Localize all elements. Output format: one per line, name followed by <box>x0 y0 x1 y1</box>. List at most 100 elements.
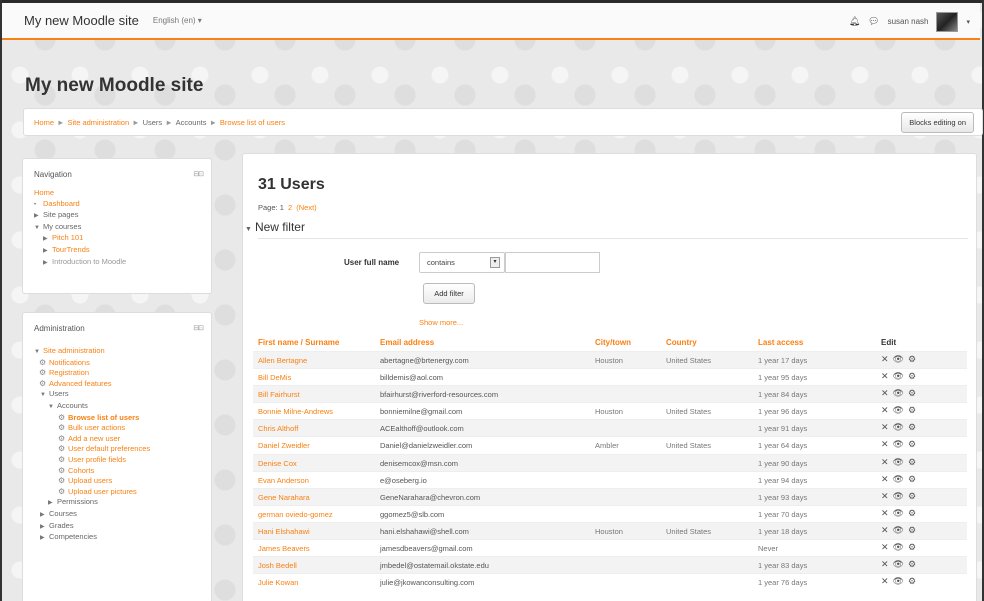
expand-icon[interactable]: ▶ <box>40 533 49 544</box>
settings-icon[interactable]: ⚙ <box>908 354 916 364</box>
breadcrumb-accounts[interactable]: Accounts <box>176 118 207 127</box>
expand-icon[interactable]: ▶ <box>40 522 49 533</box>
user-name-link[interactable]: Chris Althoff <box>258 424 298 433</box>
breadcrumb-users[interactable]: Users <box>143 118 163 127</box>
language-menu[interactable]: English (en) ▾ <box>153 16 202 25</box>
show-more-link[interactable]: Show more... <box>419 318 463 327</box>
delete-icon[interactable]: ✕ <box>881 388 889 398</box>
nav-my-courses[interactable]: My courses <box>43 222 81 231</box>
settings-icon[interactable]: ⚙ <box>908 542 916 552</box>
collapse-icon[interactable]: ▼ <box>40 390 49 401</box>
delete-icon[interactable]: ✕ <box>881 405 889 415</box>
expand-icon[interactable]: ▶ <box>34 211 43 222</box>
admin-bulk-user-actions[interactable]: Bulk user actions <box>68 423 125 432</box>
expand-icon[interactable]: ▶ <box>43 234 52 245</box>
view-icon[interactable]: 👁︎ <box>893 508 904 518</box>
view-icon[interactable]: 👁︎ <box>893 422 904 432</box>
add-filter-button[interactable]: Add filter <box>423 283 475 304</box>
settings-icon[interactable]: ⚙ <box>908 525 916 535</box>
view-icon[interactable]: 👁︎ <box>893 576 904 586</box>
settings-icon[interactable]: ⚙ <box>908 457 916 467</box>
column-header-email[interactable]: Email address <box>380 338 434 347</box>
collapse-icon[interactable]: ▼ <box>245 226 252 233</box>
view-icon[interactable]: 👁︎ <box>893 354 904 364</box>
collapse-icon[interactable]: ▼ <box>34 347 43 358</box>
column-header-last-access[interactable]: Last access <box>758 338 803 347</box>
admin-upload-users[interactable]: Upload users <box>68 476 112 485</box>
admin-courses[interactable]: Courses <box>49 509 77 518</box>
chevron-down-icon[interactable]: ▾ <box>966 18 970 26</box>
user-name-link[interactable]: Bill Fairhurst <box>258 390 300 399</box>
delete-icon[interactable]: ✕ <box>881 559 889 569</box>
collapse-icon[interactable]: ▼ <box>34 223 43 234</box>
column-header-city[interactable]: City/town <box>595 338 631 347</box>
view-icon[interactable]: 👁︎ <box>893 388 904 398</box>
settings-icon[interactable]: ⚙ <box>908 474 916 484</box>
block-controls-icon[interactable]: ⊟⊡ <box>193 170 204 178</box>
delete-icon[interactable]: ✕ <box>881 439 889 449</box>
settings-icon[interactable]: ⚙ <box>908 508 916 518</box>
user-name-link[interactable]: Daniel Zweidler <box>258 441 310 450</box>
admin-notifications[interactable]: Notifications <box>49 358 90 367</box>
admin-advanced-features[interactable]: Advanced features <box>49 379 112 388</box>
delete-icon[interactable]: ✕ <box>881 457 889 467</box>
user-name-link[interactable]: german oviedo-gomez <box>258 510 333 519</box>
admin-registration[interactable]: Registration <box>49 368 89 377</box>
admin-cohorts[interactable]: Cohorts <box>68 466 94 475</box>
nav-course-intro-moodle[interactable]: Introduction to Moodle <box>52 257 126 266</box>
admin-user-default-preferences[interactable]: User default preferences <box>68 444 150 453</box>
admin-browse-users[interactable]: Browse list of users <box>68 413 139 422</box>
view-icon[interactable]: 👁︎ <box>893 559 904 569</box>
nav-course-tourtrends[interactable]: TourTrends <box>52 245 90 254</box>
speech-bubble-icon[interactable]: 💬︎ <box>868 16 879 27</box>
settings-icon[interactable]: ⚙ <box>908 371 916 381</box>
nav-home[interactable]: Home <box>34 188 54 197</box>
admin-accounts[interactable]: Accounts <box>57 401 88 410</box>
view-icon[interactable]: 👁︎ <box>893 474 904 484</box>
collapse-icon[interactable]: ▼ <box>48 402 57 413</box>
new-filter-label[interactable]: New filter <box>255 220 305 234</box>
user-name[interactable]: susan nash <box>888 17 929 26</box>
dropdown-arrow-icon[interactable]: ▾ <box>490 257 500 268</box>
settings-icon[interactable]: ⚙ <box>908 388 916 398</box>
delete-icon[interactable]: ✕ <box>881 474 889 484</box>
view-icon[interactable]: 👁︎ <box>893 491 904 501</box>
breadcrumb-site-admin[interactable]: Site administration <box>67 118 129 127</box>
user-name-link[interactable]: Denise Cox <box>258 459 297 468</box>
brand-link[interactable]: My new Moodle site <box>24 13 139 28</box>
user-name-link[interactable]: Allen Bertagne <box>258 356 307 365</box>
user-name-link[interactable]: Gene Narahara <box>258 493 310 502</box>
column-header-name[interactable]: First name / Surname <box>258 338 339 347</box>
nav-dashboard[interactable]: Dashboard <box>43 199 80 208</box>
view-icon[interactable]: 👁︎ <box>893 457 904 467</box>
admin-site-administration[interactable]: Site administration <box>43 346 105 355</box>
user-name-link[interactable]: Bonnie Milne-Andrews <box>258 407 333 416</box>
expand-icon[interactable]: ▶ <box>43 258 52 269</box>
user-name-link[interactable]: James Beavers <box>258 544 310 553</box>
user-name-link[interactable]: Hani Elshahawi <box>258 527 310 536</box>
column-header-country[interactable]: Country <box>666 338 697 347</box>
blocks-editing-button[interactable]: Blocks editing on <box>901 112 974 133</box>
view-icon[interactable]: 👁︎ <box>893 525 904 535</box>
view-icon[interactable]: 👁︎ <box>893 542 904 552</box>
delete-icon[interactable]: ✕ <box>881 422 889 432</box>
user-name-link[interactable]: Julie Kowan <box>258 578 298 587</box>
bell-icon[interactable]: 🔔︎ <box>849 16 860 27</box>
settings-icon[interactable]: ⚙ <box>908 576 916 586</box>
settings-icon[interactable]: ⚙ <box>908 405 916 415</box>
pagination-page-2[interactable]: 2 <box>288 203 292 212</box>
breadcrumb-browse-users[interactable]: Browse list of users <box>220 118 285 127</box>
expand-icon[interactable]: ▶ <box>48 498 57 509</box>
user-name-link[interactable]: Josh Bedell <box>258 561 297 570</box>
admin-user-profile-fields[interactable]: User profile fields <box>68 455 126 464</box>
expand-icon[interactable]: ▶ <box>43 246 52 257</box>
pagination-next[interactable]: (Next) <box>296 203 316 212</box>
delete-icon[interactable]: ✕ <box>881 371 889 381</box>
delete-icon[interactable]: ✕ <box>881 354 889 364</box>
view-icon[interactable]: 👁︎ <box>893 439 904 449</box>
settings-icon[interactable]: ⚙ <box>908 422 916 432</box>
nav-site-pages[interactable]: Site pages <box>43 210 78 219</box>
expand-icon[interactable]: ▶ <box>40 510 49 521</box>
breadcrumb-home[interactable]: Home <box>34 118 54 127</box>
settings-icon[interactable]: ⚙ <box>908 559 916 569</box>
